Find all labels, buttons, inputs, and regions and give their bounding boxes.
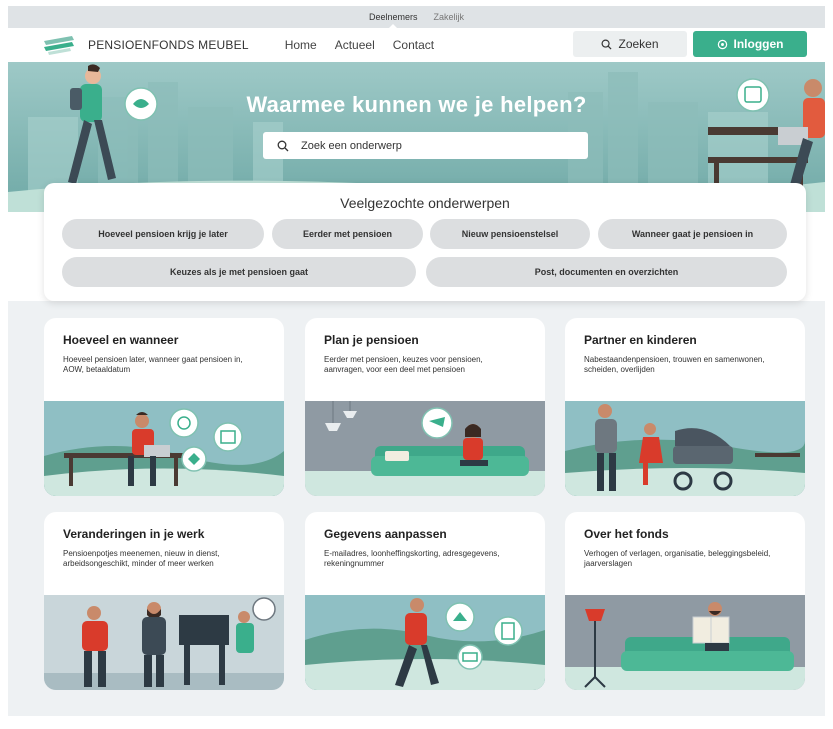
main-nav: Home Actueel Contact [285,38,434,52]
card-gegevens-aanpassen[interactable]: Gegevens aanpassen E-mailadres, loonheff… [305,512,545,690]
chip-wanneer-pensioen-in[interactable]: Wanneer gaat je pensioen in [598,219,787,249]
tab-zakelijk[interactable]: Zakelijk [434,12,465,22]
card-description: Nabestaandenpensioen, trouwen en samenwo… [584,355,765,374]
card-title: Partner en kinderen [584,333,697,347]
site-logo[interactable]: PENSIOENFONDS MEUBEL [42,35,249,55]
chip-hoeveel-pensioen[interactable]: Hoeveel pensioen krijg je later [62,219,264,249]
card-hoeveel-en-wanneer[interactable]: Hoeveel en wanneer Hoeveel pensioen late… [44,318,284,496]
login-icon [717,39,727,49]
tab-deelnemers[interactable]: Deelnemers [369,12,418,22]
card-over-het-fonds[interactable]: Over het fonds Verhogen of verlagen, org… [565,512,805,690]
man-with-laptop-illustration [44,401,284,496]
audience-switch: Deelnemers Zakelijk [8,6,825,28]
login-button[interactable]: Inloggen [693,31,807,57]
card-title: Over het fonds [584,527,669,541]
site-header: PENSIOENFONDS MEUBEL Home Actueel Contac… [8,28,825,62]
hero-search-placeholder: Zoek een onderwerp [301,139,402,152]
chip-nieuw-pensioenstelsel[interactable]: Nieuw pensioenstelsel [430,219,590,249]
search-icon [277,140,289,151]
popular-topics-title: Veelgezochte onderwerpen [340,195,510,211]
card-partner-en-kinderen[interactable]: Partner en kinderen Nabestaandenpensioen… [565,318,805,496]
card-title: Hoeveel en wanneer [63,333,179,347]
man-with-phone-illustration [305,595,545,690]
handshake-workplace-illustration [44,595,284,690]
card-plan-je-pensioen[interactable]: Plan je pensioen Eerder met pensioen, ke… [305,318,545,496]
chip-eerder-met-pensioen[interactable]: Eerder met pensioen [272,219,423,249]
search-icon [601,39,612,50]
login-button-label: Inloggen [733,37,784,51]
search-button-label: Zoeken [618,37,659,51]
nav-home[interactable]: Home [285,38,317,52]
popular-topics-panel: Veelgezochte onderwerpen Hoeveel pensioe… [44,183,806,301]
card-title: Veranderingen in je werk [63,527,205,541]
nav-actueel[interactable]: Actueel [335,38,375,52]
logo-stripes-icon [44,36,74,55]
card-veranderingen-in-je-werk[interactable]: Veranderingen in je werk Pensioenpotjes … [44,512,284,690]
card-description: Eerder met pensioen, keuzes voor pensioe… [324,355,483,374]
search-button[interactable]: Zoeken [573,31,687,57]
card-description: Pensioenpotjes meenemen, nieuw in dienst… [63,549,220,568]
woman-on-sofa-illustration [305,401,545,496]
card-title: Plan je pensioen [324,333,419,347]
chip-post-documenten[interactable]: Post, documenten en overzichten [426,257,787,287]
hero-title: Waarmee kunnen we je helpen? [246,92,587,117]
card-description: E-mailadres, loonheffingskorting, adresg… [324,549,500,568]
chip-keuzes-pensioen[interactable]: Keuzes als je met pensioen gaat [62,257,416,287]
card-title: Gegevens aanpassen [324,527,447,541]
card-description: Verhogen of verlagen, organisatie, beleg… [584,549,771,568]
logo-text: PENSIOENFONDS MEUBEL [88,38,249,52]
card-description: Hoeveel pensioen later, wanneer gaat pen… [63,355,243,374]
hero-search-field[interactable]: Zoek een onderwerp [263,132,588,159]
nav-contact[interactable]: Contact [393,38,434,52]
family-with-stroller-illustration [565,401,805,496]
man-reading-newspaper-illustration [565,595,805,690]
